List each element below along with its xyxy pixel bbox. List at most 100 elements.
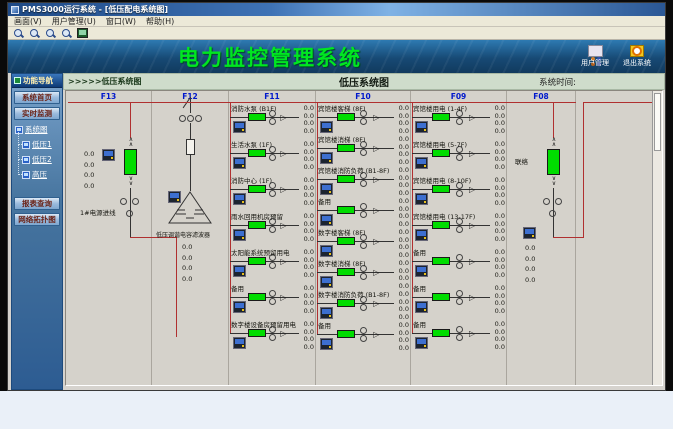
breaker-indicator[interactable] xyxy=(337,175,355,183)
meter-icon[interactable] xyxy=(523,227,536,239)
breaker-indicator[interactable] xyxy=(248,113,266,121)
breaker-indicator[interactable] xyxy=(248,329,266,337)
user-management-button[interactable]: 用户管理 xyxy=(581,45,609,68)
feeder-row: 消防水泵 (B1F)▷0.00.00.00.0 xyxy=(229,102,315,138)
arrow-icon: ▷ xyxy=(469,256,475,267)
meter-icon[interactable] xyxy=(415,193,428,205)
meter-icon[interactable] xyxy=(320,307,333,319)
meter-icon[interactable] xyxy=(233,301,246,313)
feeder-values: 0.00.00.00.0 xyxy=(399,229,409,259)
breaker-indicator[interactable] xyxy=(432,257,450,265)
zoom-percent-icon[interactable] xyxy=(61,28,72,39)
tree-item-low-voltage-2[interactable]: 低压2 xyxy=(15,152,61,167)
tie-breaker-indicator[interactable] xyxy=(547,149,560,175)
sidebar-item-reports[interactable]: 报表查询 xyxy=(14,197,60,210)
vertical-scrollbar[interactable] xyxy=(652,91,662,385)
feeder-row: 备用▷0.00.00.00.0 xyxy=(229,282,315,318)
feeder-label: 备用 xyxy=(413,283,426,293)
zoom-in-icon[interactable] xyxy=(13,28,24,39)
ct-circle-icon xyxy=(549,210,556,217)
meter-icon[interactable] xyxy=(320,183,333,195)
breaker-indicator[interactable] xyxy=(432,293,450,301)
value: 0.0 xyxy=(304,344,314,352)
ct-circle-icon xyxy=(456,290,463,297)
meter-icon[interactable] xyxy=(102,149,115,161)
ct-circle-icon xyxy=(269,190,276,197)
menu-bar: 画面(V) 用户管理(U) 窗口(W) 帮助(H) xyxy=(8,16,665,27)
breaker-indicator[interactable] xyxy=(432,113,450,121)
breaker-indicator[interactable] xyxy=(432,329,450,337)
breaker-indicator[interactable] xyxy=(337,206,355,214)
meter-icon[interactable] xyxy=(233,157,246,169)
breaker-indicator[interactable] xyxy=(337,113,355,121)
feeder-line: ▷ xyxy=(412,297,490,298)
feeder-line: ▷ xyxy=(412,153,490,154)
breaker-indicator[interactable] xyxy=(337,268,355,276)
meter-icon[interactable] xyxy=(233,229,246,241)
feeder-values: 0.00.00.00.0 xyxy=(399,198,409,228)
meter-icon[interactable] xyxy=(320,245,333,257)
breaker-indicator[interactable] xyxy=(248,257,266,265)
ct-circle-icon xyxy=(456,190,463,197)
ct-circle-icon xyxy=(456,326,463,333)
feeder-line: ▷ xyxy=(412,117,490,118)
feeder-values: 0.00.00.00.0 xyxy=(304,321,314,351)
tree-item-high-voltage[interactable]: 高压 xyxy=(15,167,61,182)
value: 0.0 xyxy=(304,128,314,136)
breaker-indicator[interactable] xyxy=(432,149,450,157)
zoom-window-icon[interactable] xyxy=(45,28,56,39)
monitor-icon[interactable] xyxy=(77,28,88,38)
meter-icon[interactable] xyxy=(415,157,428,169)
meter-icon[interactable] xyxy=(415,121,428,133)
menu-user-management[interactable]: 用户管理(U) xyxy=(52,16,96,27)
meter-icon[interactable] xyxy=(233,121,246,133)
breaker-indicator[interactable] xyxy=(432,221,450,229)
meter-icon[interactable] xyxy=(320,121,333,133)
meter-icon[interactable] xyxy=(415,229,428,241)
value: 0.0 xyxy=(525,275,535,286)
meter-icon[interactable] xyxy=(320,338,333,350)
red-drop xyxy=(130,102,131,138)
breaker-indicator[interactable] xyxy=(248,293,266,301)
breaker-indicator[interactable] xyxy=(248,149,266,157)
feeder-label: 备用 xyxy=(318,196,331,206)
meter-icon[interactable] xyxy=(415,301,428,313)
tree-item-low-voltage-1[interactable]: 低压1 xyxy=(15,137,61,152)
meter-icon[interactable] xyxy=(233,337,246,349)
feeder-label: 宾馆楼用电 (13-17F) xyxy=(413,211,475,221)
main-breaker-indicator[interactable] xyxy=(124,149,137,175)
sidebar-item-topology[interactable]: 网络拓扑图 xyxy=(14,213,60,226)
ct-circle-icon xyxy=(126,210,133,217)
meter-icon[interactable] xyxy=(415,265,428,277)
meter-icon[interactable] xyxy=(320,214,333,226)
sidebar-item-home[interactable]: 系统首页 xyxy=(14,91,60,104)
banner: 电力监控管理系统 用户管理 退出系统 xyxy=(8,40,665,73)
meter-icon[interactable] xyxy=(320,276,333,288)
ct-circle-icon xyxy=(360,242,367,249)
feeder-row: 宾馆楼用电 (5-7F)▷0.00.00.00.0 xyxy=(411,138,506,174)
title-bar[interactable]: PMS3000运行系统 - [低压配电系统图] xyxy=(8,3,665,16)
arrow-icon: ▷ xyxy=(280,148,286,159)
breaker-indicator[interactable] xyxy=(337,237,355,245)
meter-icon[interactable] xyxy=(233,265,246,277)
column-header: F11 xyxy=(229,91,315,102)
exit-system-button[interactable]: 退出系统 xyxy=(623,45,651,68)
breaker-indicator[interactable] xyxy=(248,185,266,193)
ct-circle-icon xyxy=(120,198,127,205)
zoom-out-icon[interactable] xyxy=(29,28,40,39)
meter-icon[interactable] xyxy=(415,337,428,349)
breaker-indicator[interactable] xyxy=(337,144,355,152)
breaker-indicator[interactable] xyxy=(337,299,355,307)
sidebar-section-realtime-monitor[interactable]: 实时监测 xyxy=(14,107,60,120)
tree-node-system-diagram[interactable]: 系统图 xyxy=(15,122,61,137)
breaker-indicator[interactable] xyxy=(337,330,355,338)
meter-icon[interactable] xyxy=(320,152,333,164)
feeder-values: 0.00.00.00.0 xyxy=(495,141,505,171)
menu-window[interactable]: 窗口(W) xyxy=(106,16,136,27)
menu-help[interactable]: 帮助(H) xyxy=(146,16,174,27)
meter-icon[interactable] xyxy=(233,193,246,205)
scrollbar-thumb[interactable] xyxy=(654,93,661,151)
breaker-indicator[interactable] xyxy=(432,185,450,193)
menu-view[interactable]: 画面(V) xyxy=(14,16,42,27)
breaker-indicator[interactable] xyxy=(248,221,266,229)
